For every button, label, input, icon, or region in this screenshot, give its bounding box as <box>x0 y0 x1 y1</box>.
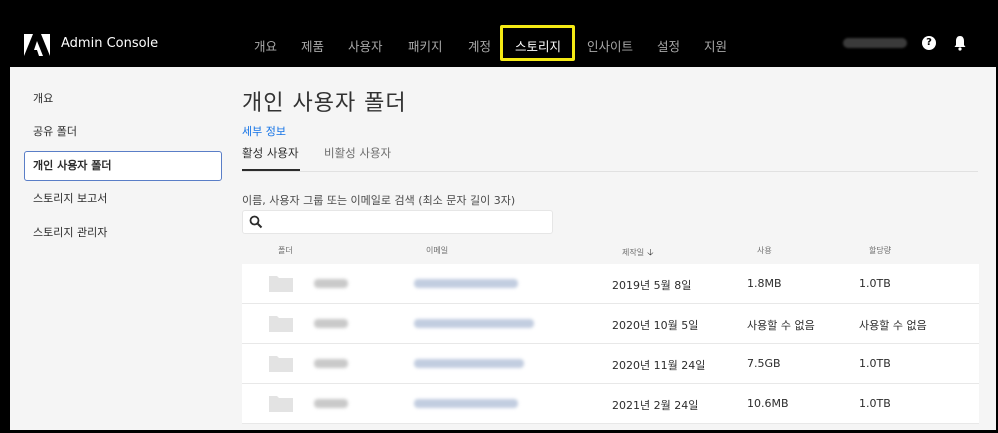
col-header-folder[interactable]: 폴더 <box>278 245 293 256</box>
user-name-redacted <box>314 279 348 288</box>
folder-icon <box>269 316 293 332</box>
search-input[interactable] <box>269 213 549 231</box>
nav-item-settings[interactable]: 설정 <box>657 36 680 55</box>
email-redacted <box>414 359 524 368</box>
folder-icon <box>269 276 293 292</box>
email-redacted <box>414 319 534 328</box>
created-date: 2021년 2월 24일 <box>612 399 699 412</box>
page-title: 개인 사용자 폴더 <box>242 91 407 116</box>
email-redacted <box>414 399 518 408</box>
created-date: 2020년 10월 5일 <box>612 319 699 332</box>
usage-value: 7.5GB <box>747 357 781 370</box>
folder-icon <box>269 356 293 372</box>
col-header-quota[interactable]: 할당량 <box>869 245 891 256</box>
search-label: 이름, 사용자 그룹 또는 이메일로 검색 (최소 문자 길이 3자) <box>242 194 516 207</box>
created-date: 2020년 11월 24일 <box>612 359 706 372</box>
nav-item-account[interactable]: 계정 <box>468 36 491 55</box>
folder-icon <box>269 396 293 412</box>
nav-item-products[interactable]: 제품 <box>301 36 324 55</box>
table-row[interactable]: 2019년 5월 8일 1.8MB 1.0TB <box>242 264 979 304</box>
usage-value: 사용할 수 없음 <box>747 319 815 332</box>
main-content: 개인 사용자 폴더 세부 정보 활성 사용자 비활성 사용자 이름, 사용자 그… <box>242 67 996 430</box>
col-header-created-label: 제작일 <box>622 248 645 257</box>
content-frame: 개요 공유 폴더 개인 사용자 폴더 스토리지 보고서 스토리지 관리자 개인 … <box>10 67 996 430</box>
quota-value: 1.0TB <box>859 357 891 370</box>
bell-icon[interactable] <box>953 35 967 51</box>
table-row[interactable]: 2020년 11월 24일 7.5GB 1.0TB <box>242 344 979 384</box>
table-row[interactable]: 2020년 10월 5일 사용할 수 없음 사용할 수 없음 <box>242 304 979 344</box>
user-name-redacted <box>314 319 348 328</box>
nav-item-overview[interactable]: 개요 <box>254 36 277 55</box>
search-box[interactable] <box>242 210 553 234</box>
created-date: 2019년 5월 8일 <box>612 279 692 292</box>
sidebar-item-individual-user-folders[interactable]: 개인 사용자 폴더 <box>24 151 222 181</box>
top-bar: Admin Console 개요 제품 사용자 패키지 계정 스토리지 인사이트… <box>0 0 998 67</box>
usage-value: 10.6MB <box>747 397 789 410</box>
col-header-created[interactable]: 제작일 🡣 <box>622 245 654 261</box>
quota-value: 1.0TB <box>859 277 891 290</box>
sidebar: 개요 공유 폴더 개인 사용자 폴더 스토리지 보고서 스토리지 관리자 <box>10 67 228 430</box>
sidebar-item-shared-folders[interactable]: 공유 폴더 <box>24 117 222 147</box>
user-name-redacted <box>314 399 348 408</box>
col-header-email[interactable]: 이메일 <box>426 245 448 256</box>
folders-table: 2019년 5월 8일 1.8MB 1.0TB 2020년 10월 5일 사용할… <box>242 264 979 424</box>
tab-bar: 활성 사용자 비활성 사용자 <box>242 145 978 172</box>
tab-active-users[interactable]: 활성 사용자 <box>242 145 299 161</box>
sidebar-item-storage-admins[interactable]: 스토리지 관리자 <box>24 218 222 248</box>
arrow-down-icon: 🡣 <box>647 248 654 258</box>
quota-value: 사용할 수 없음 <box>859 319 927 332</box>
app-title: Admin Console <box>61 36 159 51</box>
org-switcher[interactable] <box>843 38 907 48</box>
col-header-usage[interactable]: 사용 <box>757 245 772 256</box>
help-icon[interactable]: ? <box>922 36 936 50</box>
adobe-logo-icon[interactable] <box>24 34 50 56</box>
sidebar-item-storage-reports[interactable]: 스토리지 보고서 <box>24 184 222 214</box>
sidebar-item-overview[interactable]: 개요 <box>24 84 222 114</box>
nav-item-users[interactable]: 사용자 <box>348 36 383 55</box>
table-row[interactable]: 2021년 2월 24일 10.6MB 1.0TB <box>242 384 979 424</box>
quota-value: 1.0TB <box>859 397 891 410</box>
tab-indicator <box>242 169 300 171</box>
usage-value: 1.8MB <box>747 277 782 290</box>
nav-item-support[interactable]: 지원 <box>704 36 727 55</box>
nav-item-insights[interactable]: 인사이트 <box>587 36 633 55</box>
search-icon <box>249 215 263 229</box>
storage-highlight-box <box>500 25 575 61</box>
tab-inactive-users[interactable]: 비활성 사용자 <box>324 145 391 161</box>
user-name-redacted <box>314 359 348 368</box>
email-redacted <box>414 279 518 288</box>
nav-item-packages[interactable]: 패키지 <box>408 36 443 55</box>
details-link[interactable]: 세부 정보 <box>242 123 286 139</box>
